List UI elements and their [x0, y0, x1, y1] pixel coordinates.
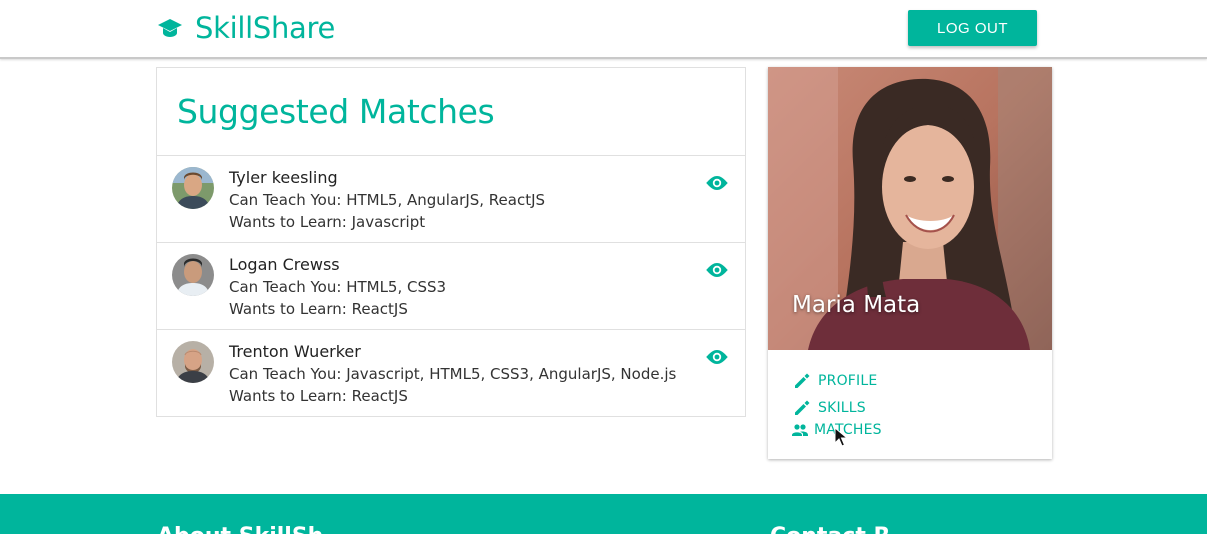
match-name: Tyler keesling	[229, 168, 338, 187]
people-icon	[792, 423, 808, 437]
avatar	[172, 341, 214, 383]
profile-photo: Maria Mata	[768, 67, 1052, 350]
page-title: Suggested Matches	[177, 92, 495, 131]
brand-logo-link[interactable]: SkillShare	[157, 8, 335, 48]
suggested-matches-card: Suggested Matches Tyler keesling Can Tea…	[156, 67, 746, 417]
match-list-item: Logan Crewss Can Teach You: HTML5, CSS3 …	[157, 243, 745, 330]
pencil-icon	[792, 371, 812, 391]
eye-icon[interactable]	[705, 348, 729, 366]
profile-link[interactable]: PROFILE	[792, 371, 932, 391]
match-can-teach: Can Teach You: Javascript, HTML5, CSS3, …	[229, 365, 677, 383]
brand-name: SkillShare	[195, 11, 336, 45]
avatar	[172, 167, 214, 209]
profile-link-label: PROFILE	[818, 373, 878, 389]
match-list-item: Tyler keesling Can Teach You: HTML5, Ang…	[157, 156, 745, 243]
match-wants-to-learn: Wants to Learn: Javascript	[229, 213, 426, 231]
match-name: Trenton Wuerker	[229, 342, 361, 361]
matches-header: Suggested Matches	[157, 68, 745, 156]
match-can-teach: Can Teach You: HTML5, AngularJS, ReactJS	[229, 191, 546, 209]
avatar	[172, 254, 214, 296]
matches-link[interactable]: MATCHES	[792, 422, 932, 438]
site-footer: About SkillSh Contact R	[0, 494, 1207, 534]
match-list-item: Trenton Wuerker Can Teach You: Javascrip…	[157, 330, 745, 417]
match-wants-to-learn: Wants to Learn: ReactJS	[229, 300, 408, 318]
eye-icon[interactable]	[705, 174, 729, 192]
top-navbar: SkillShare LOG OUT	[0, 0, 1207, 59]
match-can-teach: Can Teach You: HTML5, CSS3	[229, 278, 447, 296]
profile-name: Maria Mata	[792, 292, 921, 318]
graduation-cap-icon	[157, 17, 183, 39]
skills-link[interactable]: SKILLS	[792, 398, 932, 418]
profile-card: Maria Mata PROFILE SKILLS MATCHES	[768, 67, 1052, 459]
match-wants-to-learn: Wants to Learn: ReactJS	[229, 387, 408, 405]
eye-icon[interactable]	[705, 261, 729, 279]
logout-button[interactable]: LOG OUT	[908, 10, 1037, 46]
pencil-icon	[792, 398, 812, 418]
mouse-pointer-icon	[834, 426, 849, 447]
skills-link-label: SKILLS	[818, 400, 866, 416]
footer-about-heading: About SkillSh	[157, 524, 323, 534]
footer-contact-heading: Contact R	[770, 524, 890, 534]
match-name: Logan Crewss	[229, 255, 340, 274]
